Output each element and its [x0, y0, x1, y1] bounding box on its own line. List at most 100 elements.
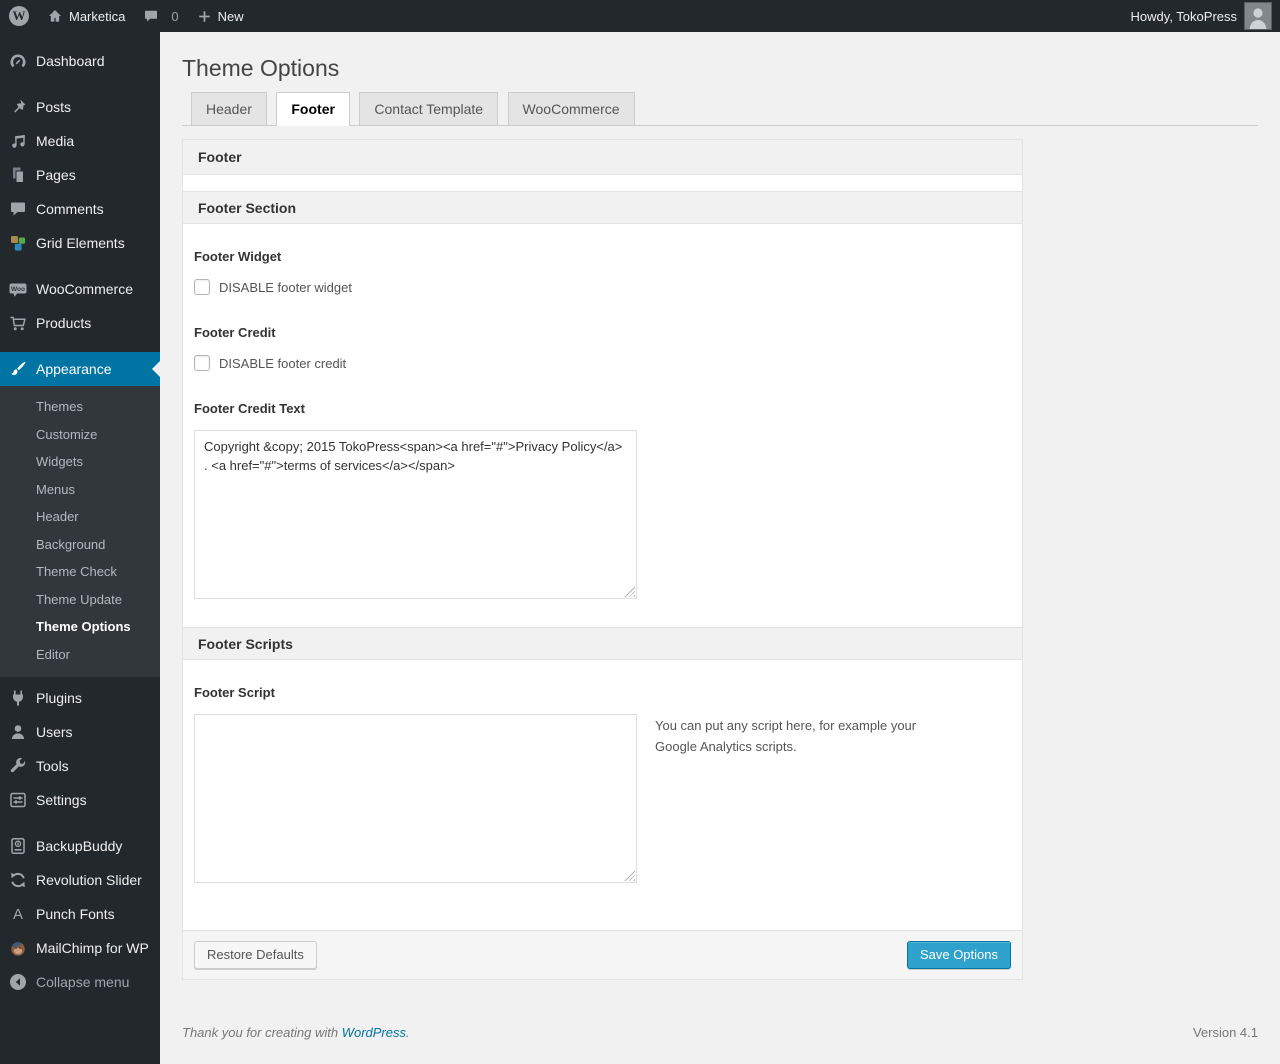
sidebar-item-label: Posts — [36, 99, 72, 115]
woocommerce-icon: Woo — [8, 279, 28, 299]
sidebar-item-plugins[interactable]: Plugins — [0, 681, 160, 715]
checkbox-label: DISABLE footer credit — [219, 355, 347, 371]
sidebar-item-mailchimp[interactable]: MailChimp for WP — [0, 931, 160, 965]
comments-bubble[interactable]: 0 — [134, 0, 187, 32]
footer-script-label: Footer Script — [194, 685, 275, 700]
tab-woocommerce[interactable]: WooCommerce — [507, 92, 635, 125]
wordpress-logo-icon: W — [9, 6, 29, 26]
footer-script-help: You can put any script here, for example… — [655, 718, 917, 754]
account-menu[interactable]: Howdy, TokoPress — [1122, 0, 1280, 32]
sidebar-item-label: Punch Fonts — [36, 906, 115, 922]
sidebar-item-label: Users — [36, 724, 73, 740]
submenu-item-theme-options[interactable]: Theme Options — [0, 613, 160, 641]
wordpress-link[interactable]: WordPress — [342, 1025, 406, 1040]
settings-sliders-icon — [8, 790, 28, 810]
sidebar-item-label: Settings — [36, 792, 87, 808]
sidebar-item-dashboard[interactable]: Dashboard — [0, 44, 160, 78]
sidebar-item-products[interactable]: Products — [0, 306, 160, 340]
sidebar-item-label: Appearance — [36, 361, 112, 377]
footer-thanks: Thank you for creating with WordPress. — [182, 1025, 410, 1040]
menu-separator — [0, 817, 160, 829]
menu-separator — [0, 78, 160, 90]
sidebar-item-backupbuddy[interactable]: BackupBuddy — [0, 829, 160, 863]
theme-options-panel: Footer Footer Section Footer Widget DISA… — [182, 139, 1023, 980]
letter-a-icon: A — [12, 905, 23, 923]
collapse-arrow-icon — [8, 972, 28, 992]
sidebar-item-users[interactable]: Users — [0, 715, 160, 749]
sidebar-item-grid-elements[interactable]: Grid Elements — [0, 226, 160, 260]
sidebar-item-revolution-slider[interactable]: Revolution Slider — [0, 863, 160, 897]
sidebar-item-posts[interactable]: Posts — [0, 90, 160, 124]
submenu-item-menus[interactable]: Menus — [0, 476, 160, 504]
sidebar-item-settings[interactable]: Settings — [0, 783, 160, 817]
sidebar-item-tools[interactable]: Tools — [0, 749, 160, 783]
comment-icon — [143, 8, 159, 24]
tab-header[interactable]: Header — [191, 92, 267, 125]
restore-defaults-button[interactable]: Restore Defaults — [194, 941, 317, 969]
wrench-icon — [8, 756, 28, 776]
wordpress-logo-menu[interactable]: W — [0, 0, 38, 32]
disable-footer-credit-row: DISABLE footer credit — [194, 355, 1011, 371]
grid-elements-icon — [8, 233, 28, 253]
tab-contact-template[interactable]: Contact Template — [359, 92, 499, 125]
panel-action-bar: Restore Defaults Save Options — [183, 930, 1022, 979]
sidebar-item-label: Plugins — [36, 690, 82, 706]
submenu-item-theme-check[interactable]: Theme Check — [0, 558, 160, 586]
menu-separator — [0, 340, 160, 352]
sidebar-item-appearance[interactable]: Appearance — [0, 352, 160, 386]
tab-bar: Header Footer Contact Template WooCommer… — [182, 92, 1258, 126]
submenu-item-editor[interactable]: Editor — [0, 641, 160, 669]
admin-footer: Thank you for creating with WordPress. V… — [182, 1025, 1258, 1040]
avatar — [1244, 2, 1272, 30]
submenu-item-themes[interactable]: Themes — [0, 393, 160, 421]
admin-content-area: Theme Options Header Footer Contact Temp… — [160, 32, 1280, 1064]
panel-spacer — [183, 175, 1022, 191]
plus-icon — [197, 9, 212, 24]
sidebar-item-collapse-menu[interactable]: Collapse menu — [0, 965, 160, 999]
sidebar-item-label: Dashboard — [36, 53, 105, 69]
checkbox-label: DISABLE footer widget — [219, 279, 352, 295]
tab-footer[interactable]: Footer — [276, 92, 350, 126]
submenu-item-customize[interactable]: Customize — [0, 421, 160, 449]
cart-icon — [8, 313, 28, 333]
panel-title: Footer — [183, 140, 1022, 175]
submenu-item-background[interactable]: Background — [0, 531, 160, 559]
sidebar-item-media[interactable]: Media — [0, 124, 160, 158]
sidebar-item-label: Collapse menu — [36, 974, 130, 990]
submenu-item-theme-update[interactable]: Theme Update — [0, 586, 160, 614]
version-text: Version 4.1 — [1192, 1025, 1258, 1040]
footer-credit-text-label: Footer Credit Text — [194, 401, 305, 416]
media-notes-icon — [8, 131, 28, 151]
save-options-button[interactable]: Save Options — [906, 941, 1011, 969]
mailchimp-monkey-icon — [8, 938, 28, 958]
sidebar-item-label: Tools — [36, 758, 69, 774]
new-label: New — [217, 8, 244, 24]
plugin-icon — [8, 688, 28, 708]
pages-icon — [8, 165, 28, 185]
submenu-item-widgets[interactable]: Widgets — [0, 448, 160, 476]
footer-script-textarea[interactable] — [194, 714, 637, 883]
sidebar-item-punch-fonts[interactable]: A Punch Fonts — [0, 897, 160, 931]
sidebar-item-woocommerce[interactable]: Woo WooCommerce — [0, 272, 160, 306]
new-content-menu[interactable]: New — [188, 0, 253, 32]
sidebar-item-label: Media — [36, 133, 75, 149]
footer-section-body: Footer Widget DISABLE footer widget Foot… — [183, 249, 1022, 627]
howdy-text: Howdy, TokoPress — [1130, 8, 1237, 24]
thanks-suffix: . — [406, 1025, 410, 1040]
submenu-item-header[interactable]: Header — [0, 503, 160, 531]
thanks-prefix: Thank you for creating with — [182, 1025, 342, 1040]
site-link[interactable]: Marketica — [38, 0, 134, 32]
svg-text:Woo: Woo — [11, 286, 25, 293]
footer-scripts-body: Footer Script You can put any script her… — [183, 685, 1022, 930]
footer-section-header: Footer Section — [183, 191, 1022, 224]
sidebar-item-label: BackupBuddy — [36, 838, 123, 854]
disable-footer-widget-checkbox[interactable] — [194, 279, 210, 295]
sidebar-item-pages[interactable]: Pages — [0, 158, 160, 192]
user-icon — [8, 722, 28, 742]
appearance-brush-icon — [8, 359, 28, 379]
sidebar-item-comments[interactable]: Comments — [0, 192, 160, 226]
disable-footer-widget-row: DISABLE footer widget — [194, 279, 1011, 295]
home-icon — [47, 8, 63, 24]
disable-footer-credit-checkbox[interactable] — [194, 355, 210, 371]
footer-credit-text-textarea[interactable]: Copyright &copy; 2015 TokoPress<span><a … — [194, 430, 637, 599]
